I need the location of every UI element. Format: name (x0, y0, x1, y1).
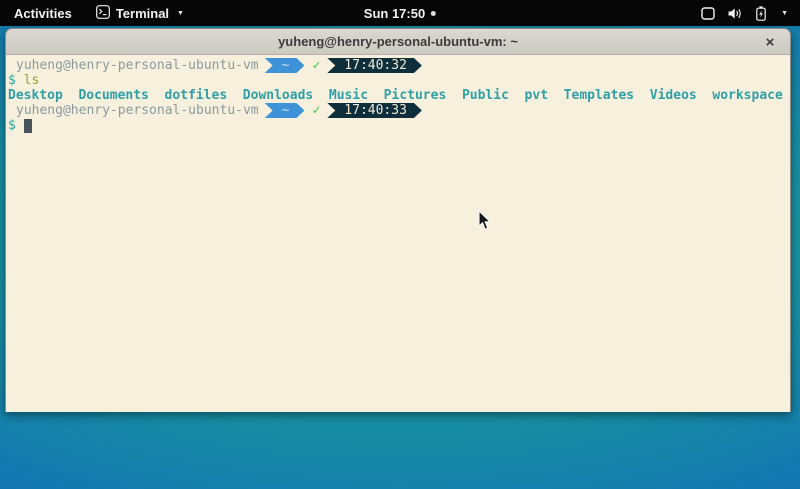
chevron-down-icon: ▼ (177, 10, 184, 17)
prompt-line-1: yuheng@henry-personal-ubuntu-vm ~ ✓ 17:4… (8, 58, 790, 73)
directory-entry: Templates (564, 88, 634, 103)
close-button[interactable]: × (759, 29, 781, 55)
activities-button[interactable]: Activities (0, 0, 86, 26)
prompt-cwd-segment: ~ (265, 103, 305, 118)
prompt-user-host: yuheng@henry-personal-ubuntu-vm (16, 103, 259, 118)
chevron-down-icon: ▼ (781, 10, 788, 17)
prompt-cwd-segment: ~ (265, 58, 305, 73)
directory-entry: Public (462, 88, 509, 103)
volume-icon (728, 7, 743, 20)
directory-entry: dotfiles (165, 88, 228, 103)
system-status-area[interactable]: ▼ (689, 0, 800, 26)
prompt-line-2: yuheng@henry-personal-ubuntu-vm ~ ✓ 17:4… (8, 103, 790, 118)
prompt-status-check-icon: ✓ (312, 58, 320, 73)
notification-dot (431, 11, 436, 16)
directory-entry: Music (329, 88, 368, 103)
top-bar: Activities Terminal ▼ Sun 17:50 (0, 0, 800, 26)
directory-entry: Desktop (8, 88, 63, 103)
clock-label: Sun 17:50 (364, 6, 425, 21)
directory-entry: pvt (525, 88, 548, 103)
prompt-symbol: $ (8, 73, 16, 88)
terminal-app-icon (96, 5, 110, 22)
prompt-time-segment: 17:40:33 (327, 103, 422, 118)
prompt-user-host: yuheng@henry-personal-ubuntu-vm (16, 58, 259, 73)
directory-entry: Videos (650, 88, 697, 103)
prompt-symbol: $ (8, 118, 16, 133)
terminal-window: yuheng@henry-personal-ubuntu-vm: ~ × yuh… (5, 28, 791, 412)
directory-entry: Pictures (384, 88, 447, 103)
prompt-time-segment: 17:40:32 (327, 58, 422, 73)
terminal-cursor (24, 119, 32, 133)
directory-entry: Downloads (243, 88, 313, 103)
directory-entry: workspace (712, 88, 782, 103)
input-line[interactable]: $ (8, 118, 790, 133)
battery-charging-icon (756, 6, 766, 21)
app-menu-label: Terminal (116, 6, 169, 21)
window-titlebar[interactable]: yuheng@henry-personal-ubuntu-vm: ~ × (6, 29, 790, 55)
command-line: $ ls (8, 73, 790, 88)
display-icon (701, 7, 715, 20)
prompt-status-check-icon: ✓ (312, 103, 320, 118)
command-text: ls (24, 73, 40, 88)
ls-output-line: Desktop Documents dotfiles Downloads Mus… (8, 88, 790, 103)
clock-button[interactable]: Sun 17:50 (354, 0, 446, 26)
terminal-content[interactable]: yuheng@henry-personal-ubuntu-vm ~ ✓ 17:4… (6, 55, 790, 412)
app-menu-button[interactable]: Terminal ▼ (86, 0, 194, 26)
window-title: yuheng@henry-personal-ubuntu-vm: ~ (278, 34, 518, 49)
mouse-pointer-icon (478, 210, 492, 236)
directory-entry: Documents (78, 88, 148, 103)
